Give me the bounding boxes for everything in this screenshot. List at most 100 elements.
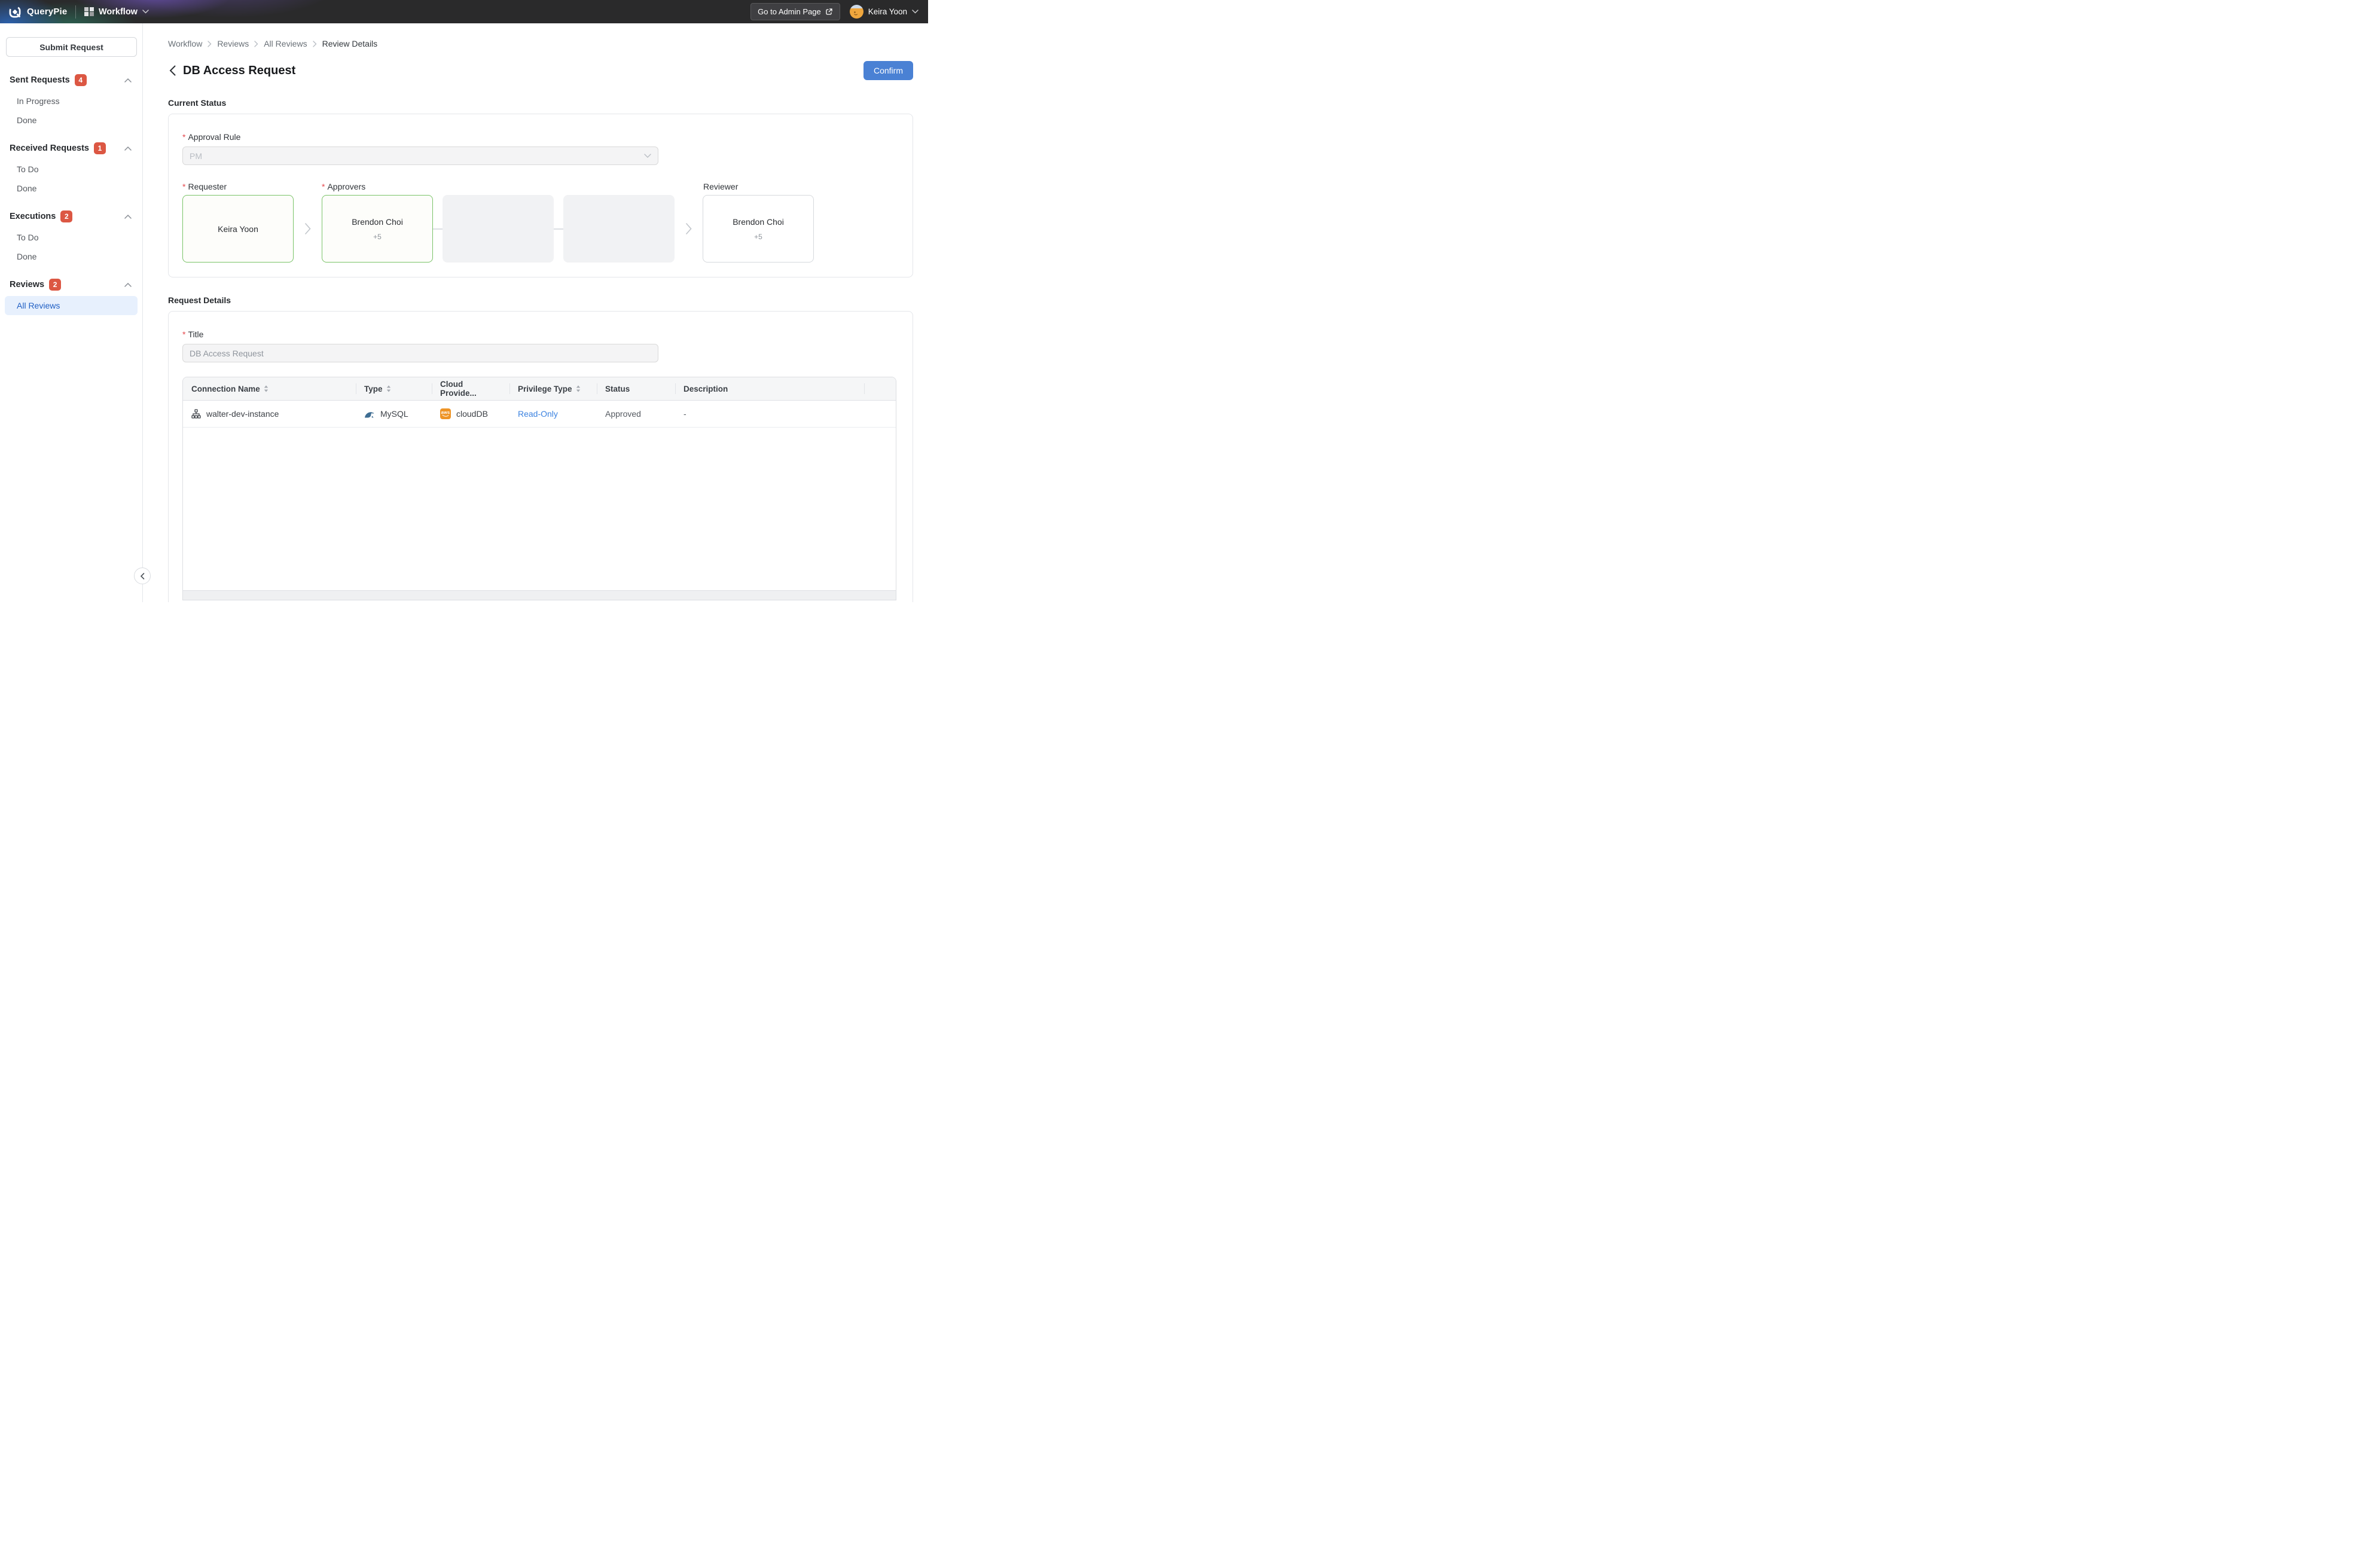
sidebar-item-all-reviews[interactable]: All Reviews [5,296,138,315]
chevron-down-icon [644,153,651,158]
sidebar-item-executions-done[interactable]: Done [5,247,138,266]
approver-node: Brendon Choi +5 [322,195,433,263]
column-header-privilege-type[interactable]: Privilege Type [509,377,597,400]
nav-group-reviews: Reviews 2 All Reviews [0,273,142,315]
reviewer-node: Brendon Choi +5 [703,195,814,263]
topbar: QueryPie Workflow Go to Admin Page Keira… [0,0,928,23]
connections-table: Connection Name Type Cloud Provide... Pr… [182,377,896,600]
sidebar-collapse-button[interactable] [134,567,151,584]
main-content: Workflow Reviews All Reviews Review Deta… [143,23,928,602]
group-label: Received Requests [10,144,89,153]
group-label: Sent Requests [10,75,70,85]
sidebar-group-received-requests[interactable]: Received Requests 1 [0,137,142,160]
querypie-logo-icon [8,5,22,19]
table-header: Connection Name Type Cloud Provide... Pr… [183,377,896,401]
request-details-heading: Request Details [168,295,231,305]
go-to-admin-page-button[interactable]: Go to Admin Page [750,3,840,20]
sidebar-item-sent-in-progress[interactable]: In Progress [5,91,138,111]
nav-group-executions: Executions 2 To Do Done [0,205,142,266]
brand-name: QueryPie [27,7,68,17]
app-switcher[interactable]: Workflow [84,7,149,17]
sidebar-item-received-done[interactable]: Done [5,179,138,198]
request-details-card: * Title DB Access Request Connection Name… [168,311,913,602]
breadcrumb-all-reviews[interactable]: All Reviews [264,39,307,48]
chevron-down-icon [142,10,149,14]
title-value: DB Access Request [190,348,264,358]
column-header-actions [864,377,895,400]
flow-connector [554,228,563,230]
requester-node: Keira Yoon [182,195,294,263]
sidebar-group-reviews[interactable]: Reviews 2 [0,273,142,296]
current-status-heading: Current Status [168,98,227,108]
approval-step-node-empty [443,195,554,263]
table-horizontal-scrollbar[interactable] [183,590,896,600]
app-grid-icon [84,7,94,17]
breadcrumb: Workflow Reviews All Reviews Review Deta… [168,39,913,48]
chevron-up-icon [124,214,132,219]
type-cell: MySQL [356,401,432,427]
connection-hierarchy-icon [191,409,201,419]
title-input: DB Access Request [182,344,658,362]
group-label: Executions [10,212,56,221]
page-title-row: DB Access Request Confirm [168,61,913,80]
cloud-provider-cell: aws cloudDB [440,408,488,419]
back-button[interactable] [168,64,177,77]
chevron-right-icon [208,40,212,47]
requester-name: Keira Yoon [218,224,258,234]
breadcrumb-reviews[interactable]: Reviews [217,39,249,48]
chevron-right-icon [254,40,258,47]
approver-extra-count: +5 [373,232,382,241]
breadcrumb-workflow[interactable]: Workflow [168,39,202,48]
sort-icon [386,385,390,392]
approval-rule-select: PM [182,147,658,165]
chevron-right-icon [312,40,317,47]
page-title: DB Access Request [183,63,296,77]
count-badge: 2 [60,210,73,222]
sidebar-group-sent-requests[interactable]: Sent Requests 4 [0,69,142,91]
admin-button-label: Go to Admin Page [758,7,821,16]
privilege-type-cell: Read-Only [509,401,597,427]
user-avatar [849,5,863,19]
column-header-cloud-provider: Cloud Provide... [432,377,509,400]
chevron-right-icon [294,223,322,234]
column-header-status: Status [597,377,675,400]
sidebar-group-executions[interactable]: Executions 2 [0,205,142,228]
connection-name-cell: walter-dev-instance [183,401,356,427]
approval-rule-value: PM [190,151,202,161]
description-cell: - [684,409,686,419]
count-badge: 4 [74,74,87,86]
sidebar-item-sent-done[interactable]: Done [5,111,138,130]
sort-icon [576,385,580,392]
user-menu[interactable]: Keira Yoon [849,5,919,19]
reviewer-extra-count: +5 [754,232,762,241]
required-asterisk: * [182,329,186,339]
sidebar-item-received-to-do[interactable]: To Do [5,160,138,179]
table-row[interactable]: walter-dev-instance MySQL aws cloudDB Re… [183,401,896,428]
count-badge: 2 [49,279,62,291]
external-link-icon [825,8,833,16]
chevron-right-icon [675,223,703,234]
approval-step-node-empty [563,195,675,263]
reviewer-label: Reviewer [703,182,739,191]
column-header-connection-name[interactable]: Connection Name [183,377,356,400]
approval-rule-label: * Approval Rule [182,132,241,142]
sidebar: Submit Request Sent Requests 4 In Progre… [0,23,151,602]
approver-name: Brendon Choi [352,216,403,227]
column-header-type[interactable]: Type [356,377,432,400]
sort-icon [264,385,268,392]
title-label: * Title [182,329,204,339]
current-status-card: * Approval Rule PM * Requester * Approvers … [168,114,913,277]
sidebar-item-executions-to-do[interactable]: To Do [5,228,138,247]
approval-flow: Keira Yoon Brendon Choi +5 Brendon Choi [182,195,899,263]
group-label: Reviews [10,280,45,289]
flow-labels: * Requester * Approvers Reviewer [182,182,899,195]
required-asterisk: * [182,132,186,142]
column-header-description: Description [675,377,864,400]
chevron-up-icon [124,282,132,287]
brand: QueryPie [8,5,67,19]
submit-request-button[interactable]: Submit Request [6,37,137,57]
confirm-button[interactable]: Confirm [863,61,913,80]
privilege-type-link[interactable]: Read-Only [518,409,558,419]
user-name: Keira Yoon [868,7,907,16]
app-name: Workflow [98,7,138,17]
